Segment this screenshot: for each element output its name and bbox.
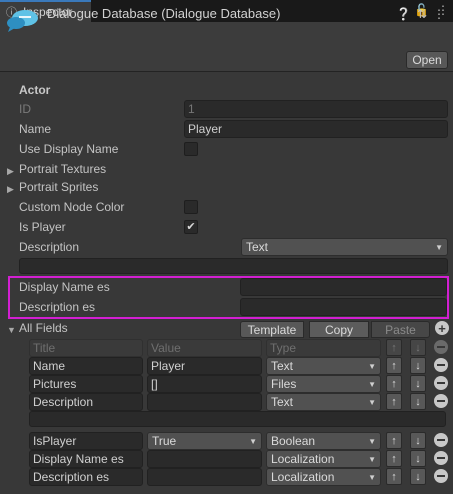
remove-field-icon[interactable] — [434, 358, 448, 372]
is-player-label: Is Player — [19, 220, 66, 234]
column-value-header: Value — [147, 339, 262, 357]
field-value-pictures[interactable]: [] — [147, 375, 262, 393]
description-es-label: Description es — [19, 300, 96, 314]
inspector-header — [0, 22, 453, 72]
description-type-value: Text — [246, 240, 269, 254]
field-type-dropdown[interactable]: Text ▼ — [266, 393, 381, 411]
custom-node-color-checkbox[interactable] — [184, 200, 198, 214]
field-type-dropdown[interactable]: Localization ▼ — [266, 450, 381, 468]
remove-field-icon[interactable] — [434, 451, 448, 465]
description-type-dropdown[interactable]: Text ▼ — [241, 238, 448, 256]
name-label: Name — [19, 122, 52, 136]
chevron-down-icon: ▼ — [368, 454, 376, 464]
field-value-dropdown[interactable]: True ▼ — [147, 432, 262, 450]
description-es-field[interactable] — [240, 298, 447, 316]
display-name-es-field[interactable] — [240, 278, 447, 296]
custom-node-color-label: Custom Node Color — [19, 200, 125, 214]
portrait-sprites-foldout-arrow[interactable]: ▶ — [7, 181, 14, 195]
all-fields-label[interactable]: All Fields — [19, 321, 68, 335]
remove-field-icon[interactable] — [434, 394, 448, 408]
is-player-checkbox[interactable]: ✔ — [184, 220, 198, 234]
copy-button[interactable]: Copy — [309, 321, 369, 338]
field-value-display-name-es[interactable] — [147, 450, 262, 468]
arrow-up-icon[interactable]: ↑ — [386, 357, 402, 374]
use-display-name-checkbox[interactable] — [184, 142, 198, 156]
arrow-down-icon[interactable]: ↓ — [410, 450, 426, 467]
field-type-dropdown[interactable]: Files ▼ — [266, 375, 381, 393]
arrow-down-icon[interactable]: ↓ — [410, 375, 426, 392]
remove-field-icon[interactable] — [434, 469, 448, 483]
chevron-down-icon: ▼ — [249, 436, 257, 446]
description-label: Description — [19, 240, 80, 254]
all-fields-foldout-arrow[interactable]: ▼ — [7, 322, 16, 336]
field-type-value: Localization — [271, 470, 335, 484]
field-title-pictures[interactable]: Pictures — [29, 375, 143, 393]
field-type-dropdown[interactable]: Localization ▼ — [266, 468, 381, 486]
dialogue-database-icon — [7, 10, 38, 32]
arrow-up-icon: ↑ — [386, 339, 402, 356]
help-icon[interactable]: ❔ — [396, 7, 411, 21]
field-type-dropdown[interactable]: Boolean ▼ — [266, 432, 381, 450]
field-description-text-area[interactable] — [29, 411, 446, 427]
field-type-value: Boolean — [271, 434, 316, 448]
field-type-dropdown[interactable]: Text ▼ — [266, 357, 381, 375]
field-value-name[interactable]: Player — [147, 357, 262, 375]
open-button[interactable]: Open — [406, 51, 448, 69]
chevron-down-icon: ▼ — [368, 397, 376, 407]
field-type-value: Files — [271, 377, 297, 391]
remove-field-icon[interactable] — [434, 433, 448, 447]
preset-icon[interactable]: ⇅ — [417, 7, 427, 21]
description-text-area[interactable] — [19, 258, 448, 274]
chevron-down-icon: ▼ — [368, 379, 376, 389]
field-type-value: Text — [271, 359, 294, 373]
remove-field-icon[interactable] — [434, 376, 448, 390]
arrow-down-icon[interactable]: ↓ — [410, 432, 426, 449]
field-value-selected: True — [152, 434, 177, 448]
checkmark-icon: ✔ — [186, 220, 196, 233]
portrait-textures-foldout-arrow[interactable]: ▶ — [7, 163, 14, 177]
field-title-description-es[interactable]: Description es — [29, 468, 143, 486]
arrow-up-icon[interactable]: ↑ — [386, 468, 402, 485]
page-title: Dialogue Database (Dialogue Database) — [47, 6, 281, 21]
portrait-sprites-label[interactable]: Portrait Sprites — [19, 180, 98, 194]
portrait-textures-label[interactable]: Portrait Textures — [19, 162, 106, 176]
column-type-header: Type — [266, 339, 381, 357]
use-display-name-label: Use Display Name — [19, 142, 119, 156]
display-name-es-label: Display Name es — [19, 280, 110, 294]
chevron-down-icon: ▼ — [368, 472, 376, 482]
arrow-up-icon[interactable]: ↑ — [386, 375, 402, 392]
field-type-value: Localization — [271, 452, 335, 466]
arrow-down-icon[interactable]: ↓ — [410, 357, 426, 374]
name-field[interactable]: Player — [184, 120, 448, 138]
chevron-down-icon: ▼ — [368, 436, 376, 446]
add-field-icon[interactable]: + — [435, 321, 449, 335]
field-value-description-es[interactable] — [147, 468, 262, 486]
header-actions: ❔ ⇅ ⋮ — [396, 7, 445, 21]
field-value-description[interactable] — [147, 393, 262, 411]
section-title: Actor — [19, 83, 51, 97]
field-title-name[interactable]: Name — [29, 357, 143, 375]
paste-button: Paste — [371, 321, 430, 338]
arrow-down-icon: ↓ — [410, 339, 426, 356]
chevron-down-icon: ▼ — [435, 242, 443, 252]
field-type-value: Text — [271, 395, 294, 409]
context-menu-icon[interactable]: ⋮ — [433, 7, 445, 21]
arrow-down-icon[interactable]: ↓ — [410, 468, 426, 485]
remove-field-icon — [434, 340, 448, 354]
template-button[interactable]: Template — [240, 321, 304, 338]
arrow-up-icon[interactable]: ↑ — [386, 393, 402, 410]
chevron-down-icon: ▼ — [368, 361, 376, 371]
id-label: ID — [19, 102, 31, 116]
field-title-isplayer[interactable]: IsPlayer — [29, 432, 143, 450]
arrow-up-icon[interactable]: ↑ — [386, 432, 402, 449]
column-title-header: Title — [29, 339, 143, 357]
field-title-display-name-es[interactable]: Display Name es — [29, 450, 143, 468]
arrow-down-icon[interactable]: ↓ — [410, 393, 426, 410]
arrow-up-icon[interactable]: ↑ — [386, 450, 402, 467]
field-title-description[interactable]: Description — [29, 393, 143, 411]
id-field: 1 — [184, 100, 448, 118]
